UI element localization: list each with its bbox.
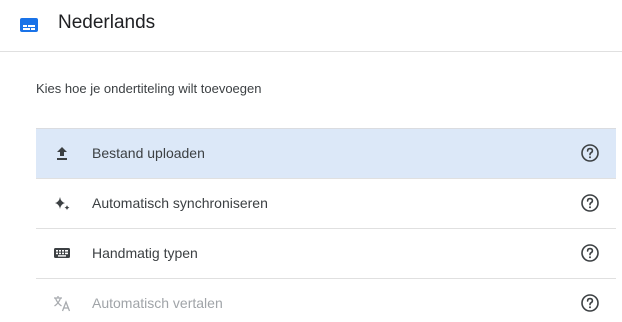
- sparkle-icon: [55, 197, 70, 211]
- help-circle-icon[interactable]: [580, 143, 600, 163]
- help-circle-icon[interactable]: [580, 193, 600, 213]
- option-label: Automatisch synchroniseren: [92, 195, 268, 211]
- option-label: Handmatig typen: [92, 245, 198, 261]
- option-label: Bestand uploaden: [92, 145, 205, 161]
- option-manual-typing[interactable]: Handmatig typen: [36, 228, 616, 278]
- subtitle-language-panel: Nederlands Kies hoe je ondertiteling wil…: [0, 0, 622, 322]
- help-circle-icon[interactable]: [580, 293, 600, 313]
- keyboard-icon: [54, 248, 70, 258]
- help-circle-icon[interactable]: [580, 243, 600, 263]
- option-auto-translate[interactable]: Automatisch vertalen: [36, 278, 616, 322]
- option-label: Automatisch vertalen: [92, 295, 223, 311]
- translate-icon: [54, 296, 71, 312]
- upload-icon: [57, 147, 67, 160]
- panel-header: Nederlands: [0, 0, 622, 52]
- subtitle-method-list: Bestand uploaden Automatisch synchronise…: [36, 128, 616, 322]
- subtitles-icon: [20, 18, 38, 32]
- instruction-text: Kies hoe je ondertiteling wilt toevoegen: [36, 81, 262, 96]
- option-upload-file[interactable]: Bestand uploaden: [36, 128, 616, 178]
- option-auto-sync[interactable]: Automatisch synchroniseren: [36, 178, 616, 228]
- language-title: Nederlands: [58, 12, 156, 33]
